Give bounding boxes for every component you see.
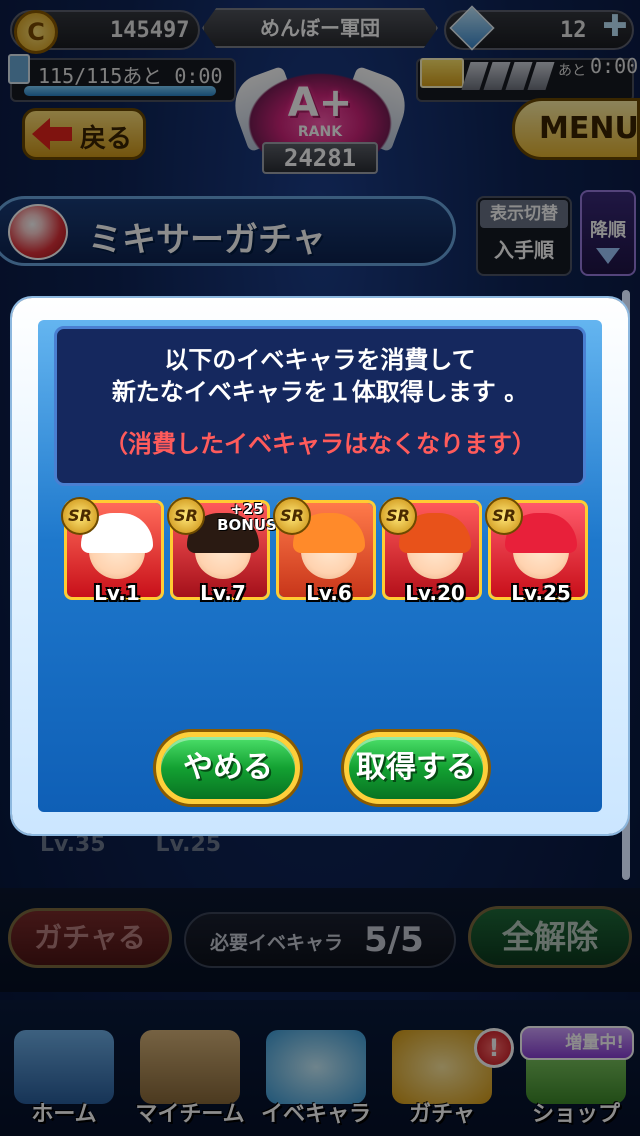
cancel-button[interactable]: やめる — [156, 732, 300, 804]
bonus-tag: +25 BONUS — [217, 500, 277, 534]
message-line-1: 以下のイベキャラを消費して — [164, 346, 476, 374]
confirm-button[interactable]: 取得する — [344, 732, 488, 804]
character-card[interactable]: SR Lv.20 — [379, 497, 482, 605]
character-card[interactable]: SR Lv.25 — [485, 497, 588, 605]
rarity-badge: SR — [379, 497, 417, 535]
character-list: SR Lv.1 SR +25 BONUS Lv.7 SR Lv.6 SR Lv.… — [60, 497, 588, 610]
character-level: Lv.25 — [511, 581, 571, 605]
rarity-badge: SR — [61, 497, 99, 535]
character-level: Lv.20 — [405, 581, 465, 605]
character-level: Lv.6 — [306, 581, 352, 605]
character-card[interactable]: SR Lv.1 — [61, 497, 164, 605]
character-card[interactable]: SR Lv.6 — [273, 497, 376, 605]
rarity-badge: SR — [485, 497, 523, 535]
warning-text: （消費したイベキャラはなくなります） — [104, 430, 536, 458]
character-level: Lv.7 — [200, 581, 246, 605]
rarity-badge: SR — [273, 497, 311, 535]
rarity-badge: SR — [167, 497, 205, 535]
character-level: Lv.1 — [94, 581, 140, 605]
message-line-2: 新たなイベキャラを１体取得します 。 — [111, 378, 529, 406]
character-card[interactable]: SR +25 BONUS Lv.7 — [167, 497, 277, 605]
